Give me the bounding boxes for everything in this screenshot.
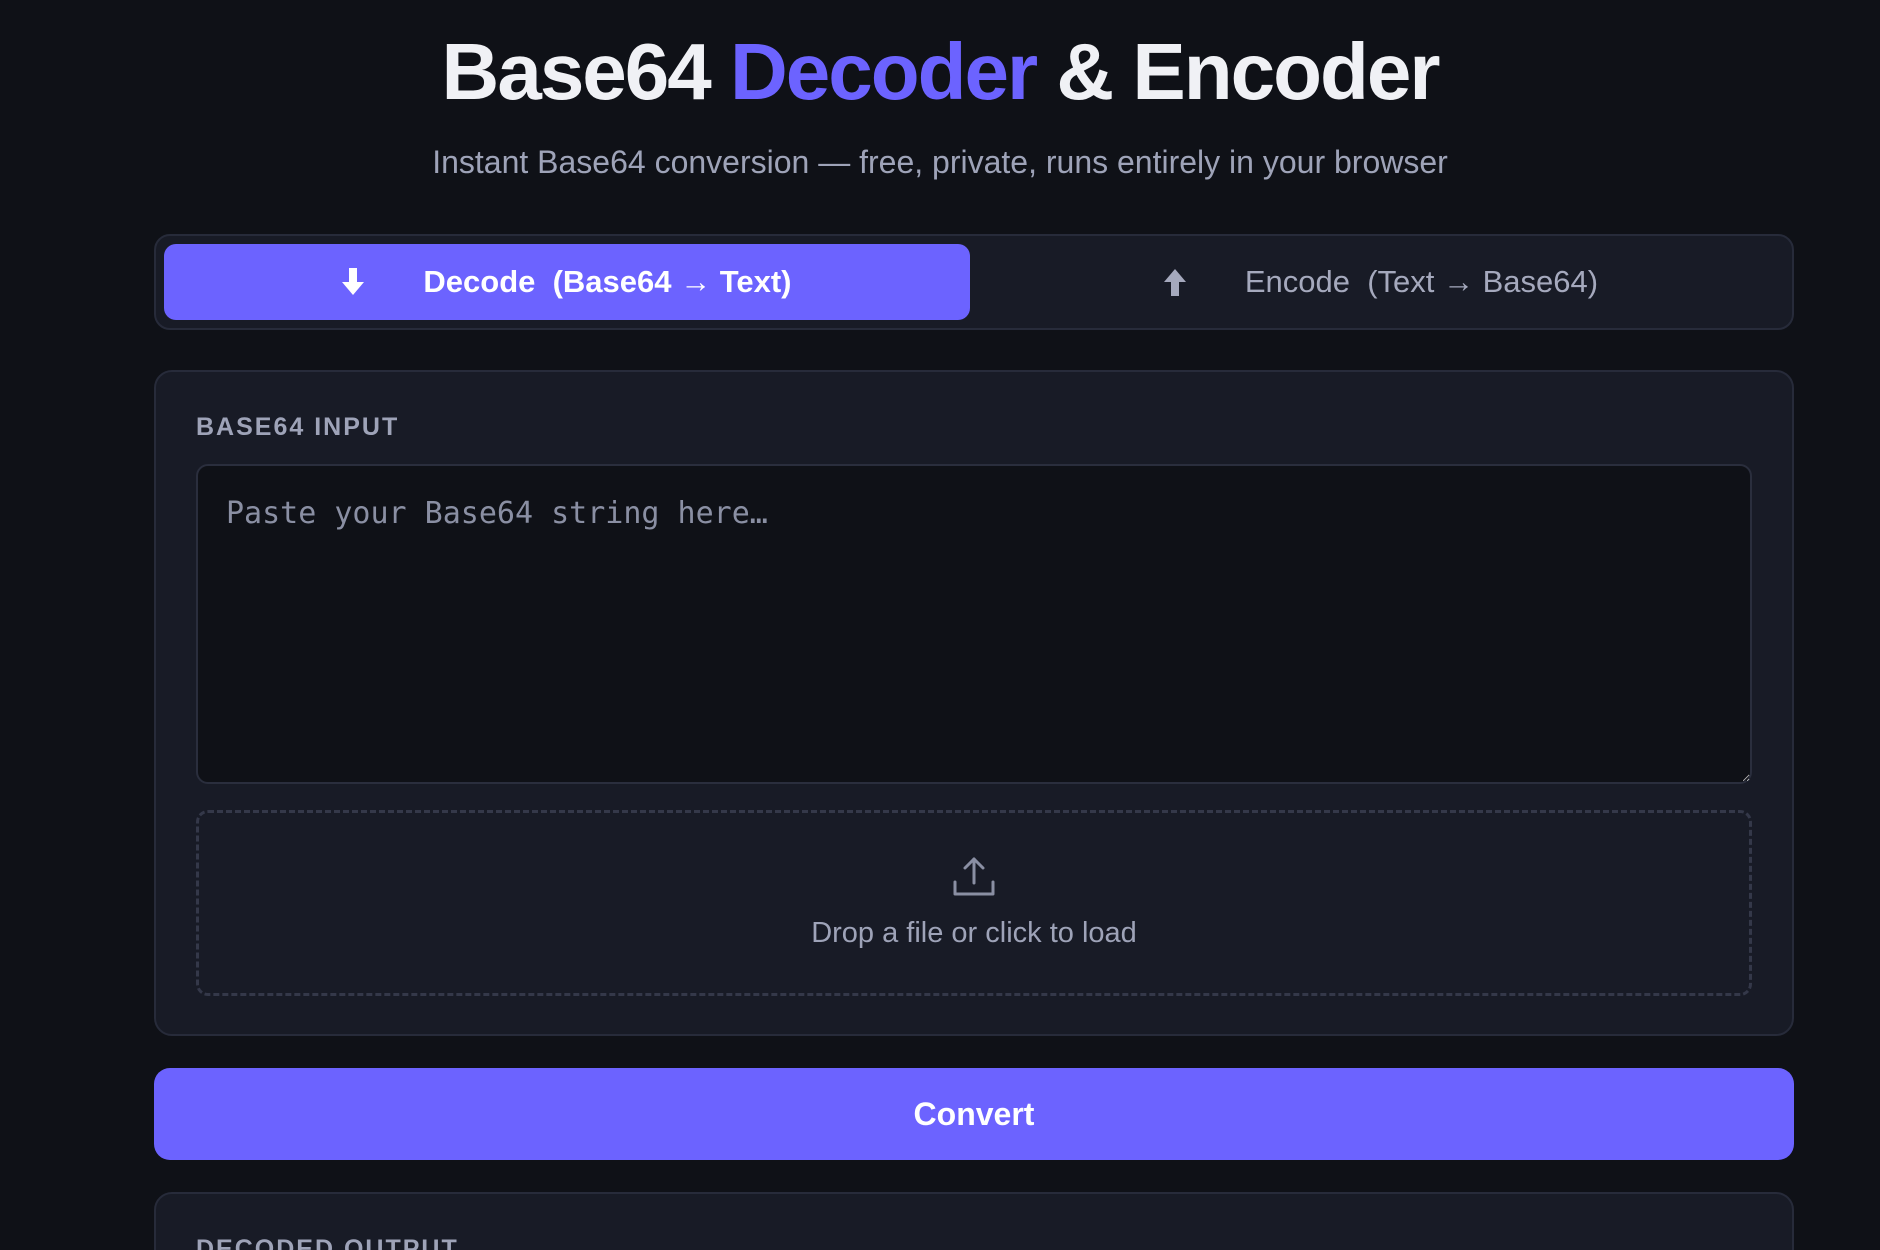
- input-label: BASE64 INPUT: [196, 413, 400, 441]
- output-card: DECODED OUTPUT: [154, 1192, 1794, 1250]
- page-title: Base64 Decoder & Encoder: [0, 26, 1880, 118]
- upload-icon: [952, 856, 996, 903]
- file-dropzone[interactable]: Drop a file or click to load: [196, 810, 1752, 996]
- title-accent: Decoder: [730, 27, 1038, 116]
- title-part1: Base64: [441, 27, 731, 116]
- output-label: DECODED OUTPUT: [196, 1235, 459, 1250]
- page: Base64 Decoder & Encoder Instant Base64 …: [0, 0, 1880, 1250]
- base64-input[interactable]: [196, 464, 1752, 784]
- mode-switch: Decode (Base64 → Text) Encode (Text → Ba…: [154, 234, 1794, 330]
- tab-encode-label: Encode (Text → Base64): [1244, 264, 1599, 299]
- tab-decode[interactable]: Decode (Base64 → Text): [164, 244, 970, 320]
- input-card: BASE64 INPUT Drop a file or click to loa…: [154, 370, 1794, 1036]
- tab-decode-label: Decode (Base64 → Text): [423, 264, 792, 299]
- arrow-down-icon: [342, 196, 411, 368]
- page-subtitle: Instant Base64 conversion — free, privat…: [432, 144, 1448, 180]
- header: Base64 Decoder & Encoder Instant Base64 …: [0, 26, 1880, 182]
- title-part2: & Encoder: [1036, 27, 1440, 116]
- dropzone-label: Drop a file or click to load: [811, 917, 1137, 949]
- tab-encode[interactable]: Encode (Text → Base64): [978, 244, 1784, 320]
- convert-button[interactable]: Convert: [154, 1068, 1794, 1160]
- arrow-up-icon: [1163, 196, 1233, 368]
